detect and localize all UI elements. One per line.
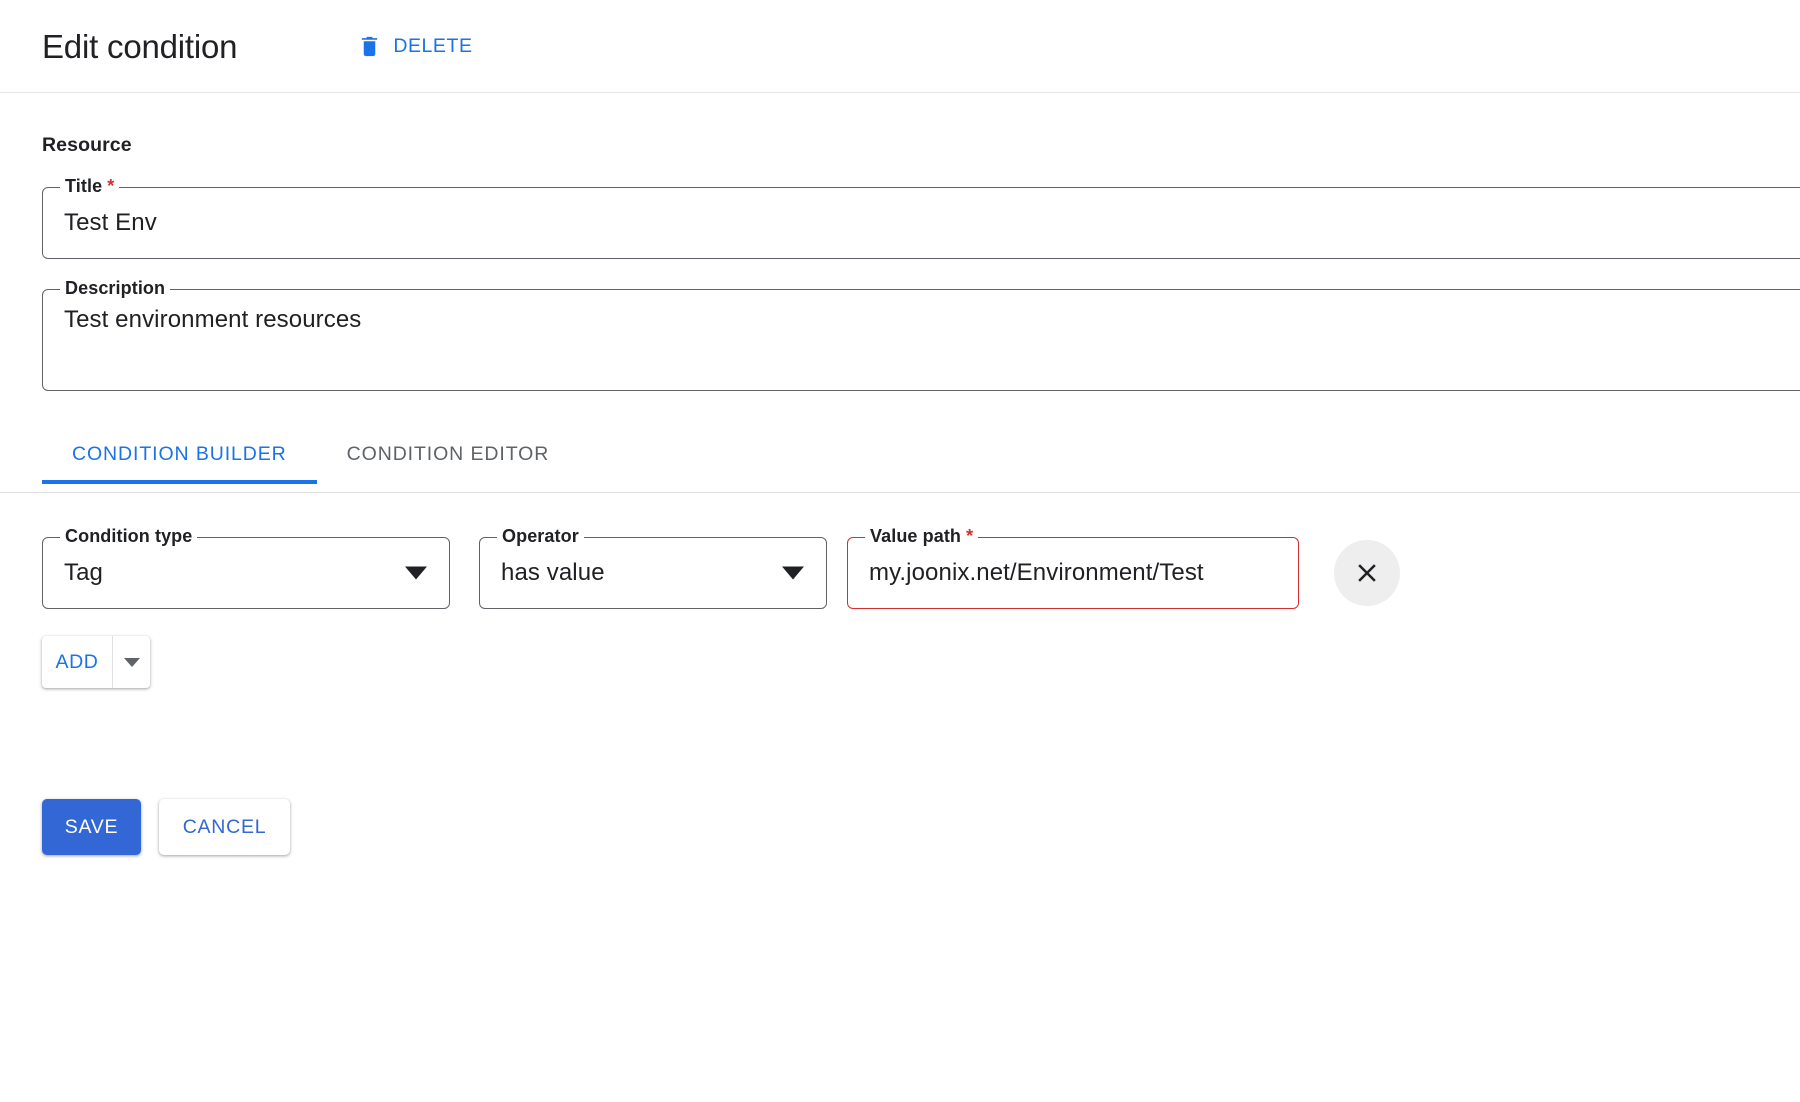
description-field[interactable]: Description Test environment resources (42, 289, 1800, 391)
condition-tabs: CONDITION BUILDER CONDITION EDITOR (0, 431, 1800, 493)
title-field-value: Test Env (43, 209, 157, 237)
save-button[interactable]: SAVE (42, 799, 141, 855)
description-field-label: Description (60, 279, 170, 297)
title-field-label: Title * (60, 177, 119, 195)
chevron-down-icon (782, 567, 804, 580)
condition-type-value: Tag (43, 559, 103, 587)
title-field[interactable]: Title * Test Env (42, 187, 1800, 259)
close-icon (1352, 558, 1382, 588)
form-body: Resource Title * Test Env Description Te… (0, 134, 1800, 855)
operator-select[interactable]: Operator has value (479, 537, 827, 609)
required-marker: * (966, 526, 973, 546)
delete-label: DELETE (393, 35, 472, 58)
condition-row: Condition type Tag Operator has value Va… (42, 537, 1800, 609)
delete-button[interactable]: DELETE (350, 28, 480, 65)
value-path-field[interactable]: Value path * my.joonix.net/Environment/T… (847, 537, 1299, 609)
resource-section-label: Resource (42, 134, 1800, 157)
operator-label: Operator (497, 527, 584, 545)
form-actions: SAVE CANCEL (42, 799, 1800, 855)
tab-condition-builder[interactable]: CONDITION BUILDER (42, 431, 317, 484)
page-header: Edit condition DELETE (0, 0, 1800, 93)
cancel-button[interactable]: CANCEL (159, 799, 290, 855)
condition-type-label: Condition type (60, 527, 197, 545)
value-path-label: Value path * (865, 527, 978, 545)
tab-condition-editor[interactable]: CONDITION EDITOR (317, 431, 580, 484)
page-title: Edit condition (42, 30, 237, 63)
trash-icon (358, 34, 381, 59)
operator-value: has value (480, 559, 605, 587)
add-condition-split-button[interactable]: ADD (42, 636, 150, 688)
required-marker: * (107, 176, 114, 196)
condition-type-select[interactable]: Condition type Tag (42, 537, 450, 609)
chevron-down-icon (124, 658, 140, 667)
remove-condition-button[interactable] (1334, 540, 1400, 606)
chevron-down-icon (405, 567, 427, 580)
value-path-value: my.joonix.net/Environment/Test (848, 559, 1204, 587)
add-dropdown-toggle[interactable] (112, 636, 150, 688)
add-button[interactable]: ADD (42, 636, 112, 688)
